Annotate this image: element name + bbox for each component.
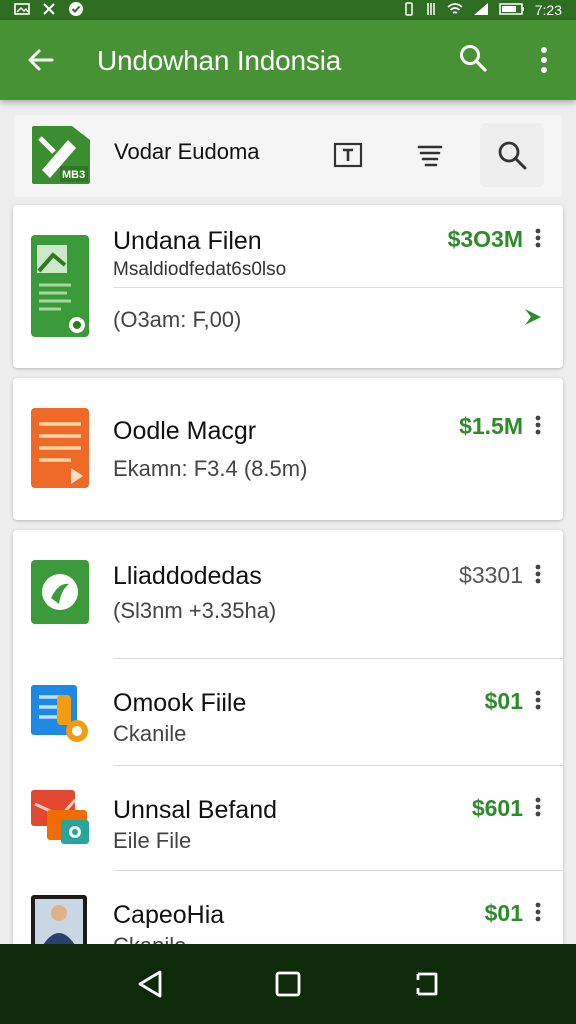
battery-saver-icon — [425, 2, 437, 19]
list-item[interactable]: Oodle Macgr Ekamn: F3.4 (8.5m) $1.5M — [13, 378, 563, 520]
list-item[interactable]: Lliaddodedas (Sl3nm +3.35ha) $3301 — [13, 530, 563, 658]
recents-icon — [416, 972, 438, 996]
item-price: $1.5M — [459, 413, 523, 439]
item-description: Eile File — [113, 828, 192, 853]
clock: 7:23 — [534, 2, 562, 18]
item-description: (Sl3nm +3.35ha) — [113, 598, 277, 623]
app-logo-icon: MB3 — [32, 126, 90, 184]
battery-icon — [499, 2, 525, 18]
document-orange-icon — [31, 408, 89, 488]
item-price: $3301 — [459, 562, 523, 588]
bug-icon — [42, 2, 56, 18]
calendar-icon — [333, 142, 363, 168]
folder-red-icon — [31, 790, 89, 848]
list-card-2: Oodle Macgr Ekamn: F3.4 (8.5m) $1.5M — [13, 378, 563, 520]
green-circle-app-icon — [31, 560, 89, 624]
more-vert-icon[interactable] — [533, 901, 543, 923]
item-name: CapeoHia — [113, 901, 225, 929]
item-price: $3O3M — [447, 226, 523, 252]
item-description: Ckanile — [113, 721, 187, 746]
filter-lines-icon — [417, 145, 443, 167]
more-vert-icon[interactable] — [533, 796, 543, 818]
nav-back-button[interactable] — [128, 964, 172, 1004]
back-arrow-icon[interactable] — [24, 42, 56, 78]
item-description: Ckanile — [113, 934, 186, 945]
list-item[interactable]: Omook Fiile Ckanile $01 — [13, 659, 563, 765]
status-bar: 7:23 — [0, 0, 576, 20]
item-price: $01 — [484, 900, 523, 926]
page-title: Undowhan Indonsia — [97, 45, 342, 76]
search-icon — [498, 141, 527, 170]
item-name: Undana Filen — [113, 227, 262, 255]
square-home-icon — [275, 971, 301, 997]
more-vert-icon[interactable] — [530, 42, 558, 78]
signal-icon — [473, 2, 489, 19]
shield-check-icon — [68, 1, 84, 19]
list-item[interactable]: Unnsal Befand Eile File $601 — [13, 766, 563, 870]
search-icon[interactable] — [456, 40, 490, 76]
more-vert-icon[interactable] — [533, 227, 543, 249]
nav-recents-button[interactable] — [404, 964, 448, 1004]
vibrate-icon — [403, 1, 415, 19]
filter-button[interactable] — [398, 123, 462, 187]
photo-thumbnail-icon — [31, 895, 89, 944]
item-name: Lliaddodedas — [113, 562, 262, 590]
item-description: Ekamn: F3.4 (8.5m) — [113, 456, 308, 481]
filter-toolbar: MB3 Vodar Eudoma — [14, 115, 562, 197]
item-name: Unnsal Befand — [113, 796, 278, 824]
item-description: Msaldiodfedat6s0lso — [113, 259, 287, 280]
app-badge: MB3 — [62, 169, 85, 181]
system-nav-bar — [0, 944, 576, 1024]
app-bar: Undowhan Indonsia — [0, 20, 576, 100]
item-name: Oodle Macgr — [113, 417, 257, 445]
row-divider — [113, 287, 563, 288]
wifi-icon — [447, 2, 463, 19]
item-price: $601 — [471, 795, 523, 821]
image-icon — [14, 3, 30, 17]
blue-document-icon — [31, 685, 89, 743]
list-card-3: Lliaddodedas (Sl3nm +3.35ha) $3301 Omook… — [13, 530, 563, 944]
more-vert-icon[interactable] — [533, 563, 543, 585]
triangle-back-icon — [138, 970, 162, 998]
item-meta: (O3am: F,00) — [113, 307, 242, 332]
shield-icon — [521, 305, 545, 329]
item-price: $01 — [484, 688, 523, 714]
more-vert-icon[interactable] — [533, 414, 543, 436]
document-green-icon — [31, 235, 89, 337]
item-name: Omook Fiile — [113, 689, 247, 717]
list-item[interactable]: Undana Filen Msaldiodfedat6s0lso (O3am: … — [13, 205, 563, 368]
list-card-1: Undana Filen Msaldiodfedat6s0lso (O3am: … — [13, 205, 563, 368]
list-item[interactable]: CapeoHia Ckanile $01 — [13, 871, 563, 944]
more-vert-icon[interactable] — [533, 689, 543, 711]
toolbar-search-button[interactable] — [480, 123, 544, 187]
sort-button[interactable] — [316, 123, 380, 187]
nav-home-button[interactable] — [266, 964, 310, 1004]
toolbar-label: Vodar Eudoma — [114, 139, 260, 164]
